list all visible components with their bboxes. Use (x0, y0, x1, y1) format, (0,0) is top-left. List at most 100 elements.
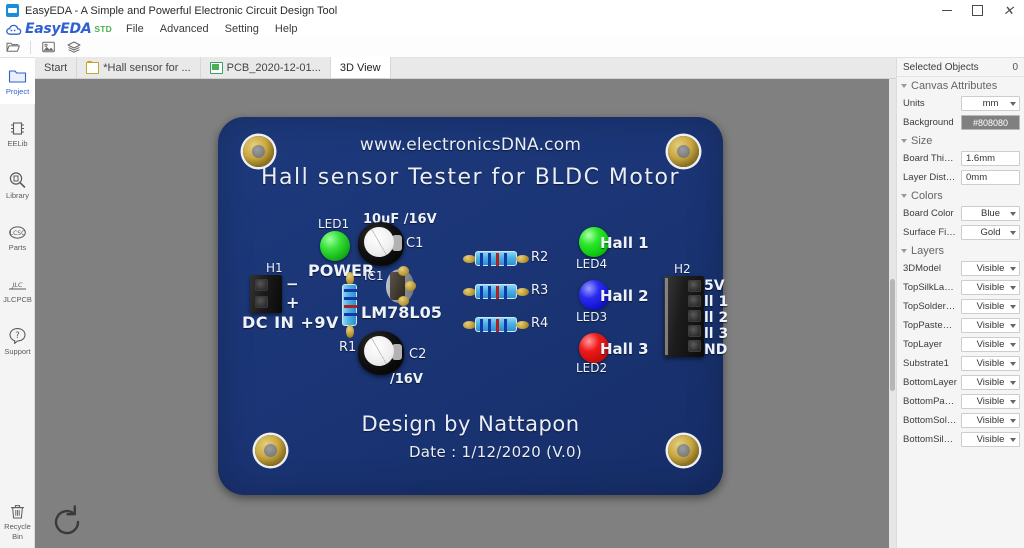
h2-pin-label-5v: 5V (704, 278, 725, 294)
chevron-down-icon (1010, 419, 1016, 423)
open-folder-icon[interactable] (0, 37, 26, 57)
component-label-hall2: Hall 2 (600, 287, 649, 305)
component-ic1-regulator[interactable] (386, 266, 416, 306)
sidebar-item-label: JLCPCB (3, 295, 32, 304)
chevron-down-icon (1010, 212, 1016, 216)
folder-icon (8, 66, 28, 86)
main-toolbar (0, 37, 1024, 58)
board-color-select[interactable]: Blue (961, 206, 1020, 221)
sidebar-item-label: Parts (8, 243, 27, 252)
sidebar-item-support[interactable]: ? Support (0, 318, 35, 364)
refresh-rotate-icon[interactable] (47, 502, 87, 542)
h2-pin-label-gnd: ND (704, 342, 728, 358)
layer-bottomlayer-select[interactable]: Visible (961, 375, 1020, 390)
sidebar-item-eelib[interactable]: EELib (0, 110, 35, 156)
board-color-value: Blue (980, 208, 1000, 219)
pcb-3d-viewport[interactable]: www.electronicsDNA.com Hall sensor Teste… (35, 79, 889, 548)
tab-start[interactable]: Start (35, 57, 78, 78)
group-size[interactable]: Size (897, 132, 1024, 149)
tab-hall-sensor-schematic[interactable]: *Hall sensor for ... (77, 57, 201, 78)
row-label: Background (903, 117, 954, 128)
easyeda-app-icon (6, 4, 19, 17)
group-layers[interactable]: Layers (897, 242, 1024, 259)
pcb-board[interactable]: www.electronicsDNA.com Hall sensor Teste… (218, 117, 728, 495)
search-library-icon (8, 170, 28, 190)
layer-substrate1-select[interactable]: Visible (961, 356, 1020, 371)
group-title: Canvas Attributes (911, 79, 998, 92)
layer-bottomsilklayer-select[interactable]: Visible (961, 432, 1020, 447)
units-value: mm (982, 98, 999, 109)
sidebar-item-project[interactable]: Project (0, 58, 35, 104)
sidebar-item-label: Project (5, 87, 30, 96)
component-ref-r2: R2 (531, 250, 549, 265)
title-bar: EasyEDA - A Simple and Powerful Electron… (0, 0, 1024, 22)
tab-pcb-document[interactable]: PCB_2020-12-01... (200, 57, 331, 78)
layer-topsilklayer-select[interactable]: Visible (961, 280, 1020, 295)
close-button[interactable]: ✕ (993, 0, 1024, 21)
menu-file[interactable]: File (118, 22, 152, 36)
polarity-plus-label: + (286, 293, 300, 312)
maximize-button[interactable] (962, 0, 993, 21)
brand-name: EasyEDA (25, 21, 92, 37)
row-background: Background #808080 (897, 113, 1024, 132)
minimize-button[interactable] (931, 0, 962, 21)
component-ref-led2: LED2 (576, 361, 608, 375)
scrollbar-thumb[interactable] (890, 279, 895, 391)
component-r3-resistor[interactable] (463, 284, 529, 299)
row-units: Units mm (897, 94, 1024, 113)
units-select[interactable]: mm (961, 96, 1020, 111)
component-h2-hall-connector[interactable] (664, 276, 704, 357)
export-image-icon[interactable] (35, 37, 61, 57)
sidebar-item-library[interactable]: Library (0, 162, 35, 208)
recycle-bin-button[interactable]: Recycle Bin (0, 498, 35, 544)
menu-advanced[interactable]: Advanced (152, 22, 217, 36)
tab-3d-view[interactable]: 3D View (330, 57, 391, 78)
row-label: TopLayer (903, 339, 943, 350)
component-r1-resistor[interactable] (342, 272, 357, 338)
layer-value: Visible (976, 282, 1005, 293)
component-ref-c1: C1 (406, 236, 424, 251)
layer-topsoldermask-select[interactable]: Visible (961, 299, 1020, 314)
group-colors[interactable]: Colors (897, 187, 1024, 204)
group-canvas-attributes[interactable]: Canvas Attributes (897, 77, 1024, 94)
background-color-swatch[interactable]: #808080 (961, 115, 1020, 130)
component-h1-power-connector[interactable] (250, 275, 282, 313)
layer-3dmodel-select[interactable]: Visible (961, 261, 1020, 276)
component-label-hall1: Hall 1 (600, 234, 649, 252)
component-r2-resistor[interactable] (463, 251, 529, 266)
chevron-down-icon (901, 248, 907, 253)
surface-finish-select[interactable]: Gold (961, 225, 1020, 240)
component-ref-h2: H2 (674, 262, 691, 276)
layer-value: Visible (976, 377, 1005, 388)
panel-scrollbar[interactable] (889, 79, 896, 548)
menu-setting[interactable]: Setting (217, 22, 267, 36)
component-led1-power[interactable] (320, 231, 350, 261)
row-label: TopPasteMas... (903, 320, 957, 331)
layer-bottomsoldermask-select[interactable]: Visible (961, 413, 1020, 428)
svg-text:LCSC: LCSC (10, 230, 26, 237)
layer-bottompastemask-select[interactable]: Visible (961, 394, 1020, 409)
layers-icon[interactable] (61, 37, 87, 57)
tab-label: Start (44, 61, 68, 74)
component-ref-led3: LED3 (576, 310, 608, 324)
sidebar-item-parts[interactable]: LCSC Parts (0, 214, 35, 260)
sidebar-item-jlcpcb[interactable]: JLC JLCPCB (0, 266, 35, 312)
background-color-value: #808080 (972, 117, 1009, 128)
chevron-down-icon (1010, 381, 1016, 385)
left-navigation-rail: Project EELib Library LCSC Parts JLC JLC… (0, 58, 35, 548)
menu-help[interactable]: Help (267, 22, 306, 36)
layer-value: Visible (976, 320, 1005, 331)
board-thickness-input[interactable]: 1.6mm (961, 151, 1020, 166)
component-c2-capacitor[interactable] (358, 331, 404, 375)
layer-distance-input[interactable]: 0mm (961, 170, 1020, 185)
component-c1-capacitor[interactable] (358, 222, 404, 266)
layer-toppastemask-select[interactable]: Visible (961, 318, 1020, 333)
component-ref-h1: H1 (266, 261, 283, 275)
polarity-minus-label: − (286, 275, 299, 293)
component-r4-resistor[interactable] (463, 317, 529, 332)
row-layer-substrate1: Substrate1 Visible (897, 354, 1024, 373)
chevron-down-icon (1010, 267, 1016, 271)
chevron-down-icon (1010, 305, 1016, 309)
layer-toplayer-select[interactable]: Visible (961, 337, 1020, 352)
tab-label: 3D View (339, 61, 381, 74)
